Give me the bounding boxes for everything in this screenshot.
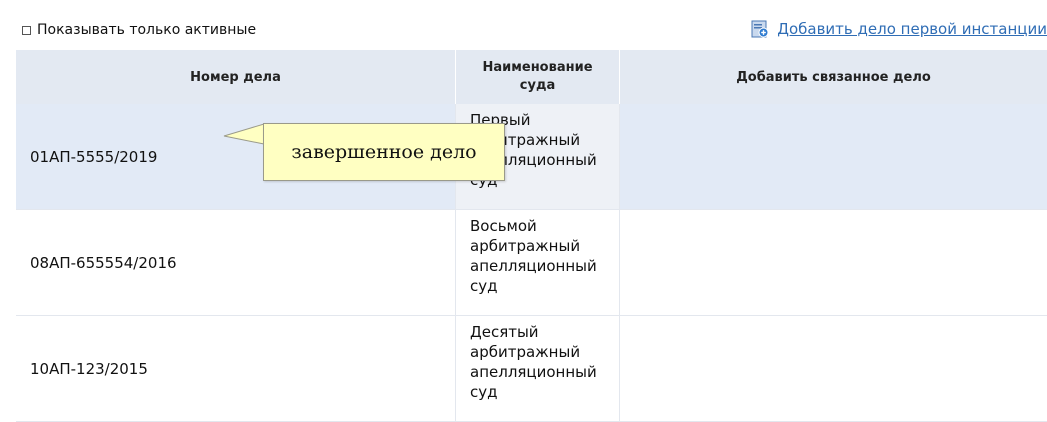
court-name-cell: Восьмой арбитражный апелляционный суд	[455, 210, 620, 315]
add-related-case-cell[interactable]	[620, 316, 1047, 421]
case-number-cell[interactable]: 08АП-655554/2016	[16, 210, 455, 315]
add-document-icon[interactable]	[751, 20, 769, 38]
column-header-case-number[interactable]: Номер дела	[16, 50, 455, 104]
cases-table: Номер дела Наименование суда Добавить св…	[16, 50, 1047, 422]
case-number-cell[interactable]: 10АП-123/2015	[16, 316, 455, 421]
add-first-instance-case-link[interactable]: Добавить дело первой инстанции	[777, 20, 1047, 38]
table-row[interactable]: 10АП-123/2015 Десятый арбитражный апелля…	[16, 316, 1047, 422]
add-related-case-cell[interactable]	[620, 210, 1047, 315]
tooltip-text: завершенное дело	[291, 141, 477, 163]
table-header: Номер дела Наименование суда Добавить св…	[16, 50, 1047, 104]
table-row[interactable]: 01АП-5555/2019 Первый арбитражный апелля…	[16, 104, 1047, 210]
column-header-add-related-case[interactable]: Добавить связанное дело	[620, 50, 1047, 104]
checkbox-icon[interactable]	[22, 25, 31, 35]
add-first-instance-case[interactable]: Добавить дело первой инстанции	[751, 18, 1047, 40]
case-status-tooltip: завершенное дело	[263, 123, 505, 181]
show-active-only-filter[interactable]: Показывать только активные	[22, 20, 256, 40]
add-related-case-cell[interactable]	[620, 104, 1047, 209]
table-row[interactable]: 08АП-655554/2016 Восьмой арбитражный апе…	[16, 210, 1047, 316]
court-name-cell: Десятый арбитражный апелляционный суд	[455, 316, 620, 421]
column-header-court-name[interactable]: Наименование суда	[455, 50, 620, 104]
tooltip-pointer	[223, 123, 266, 145]
show-active-only-label: Показывать только активные	[37, 22, 257, 38]
